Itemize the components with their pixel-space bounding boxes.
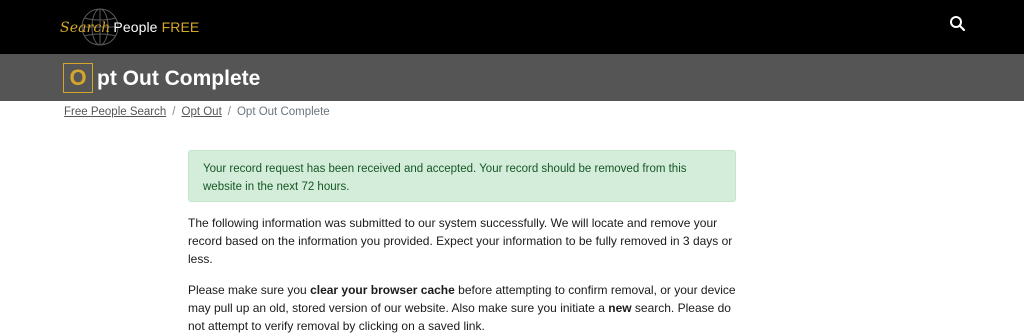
new-search-emphasis: new: [608, 301, 632, 315]
search-button[interactable]: [946, 12, 970, 36]
breadcrumb-link-opt-out[interactable]: Opt Out: [182, 106, 222, 118]
submission-info-text: The following information was submitted …: [188, 216, 733, 266]
breadcrumb-current: Opt Out Complete: [236, 106, 330, 118]
logo-free-text: FREE: [161, 18, 200, 35]
breadcrumb-separator: /: [227, 106, 231, 118]
cache-instructions-text: Please make sure you clear your browser …: [188, 281, 736, 335]
clear-cache-emphasis: clear your browser cache: [310, 283, 455, 297]
search-icon: [950, 16, 966, 32]
cache-text-part: Please make sure you: [188, 283, 311, 297]
breadcrumb-link-free-people-search[interactable]: Free People Search: [64, 106, 166, 118]
breadcrumb: Free People Search / Opt Out / Opt Out Compl…: [64, 106, 330, 118]
breadcrumb-separator: /: [172, 106, 176, 118]
success-alert: Your record request has been received an…: [188, 150, 736, 202]
logo-people-text: People: [113, 18, 158, 35]
title-initial-box: O: [63, 63, 93, 93]
top-navbar: Search People FREE: [0, 0, 1024, 54]
logo-search-text: Search: [60, 19, 111, 36]
site-logo[interactable]: Search People FREE: [60, 6, 199, 48]
page-title: pt Out Complete: [97, 67, 261, 90]
